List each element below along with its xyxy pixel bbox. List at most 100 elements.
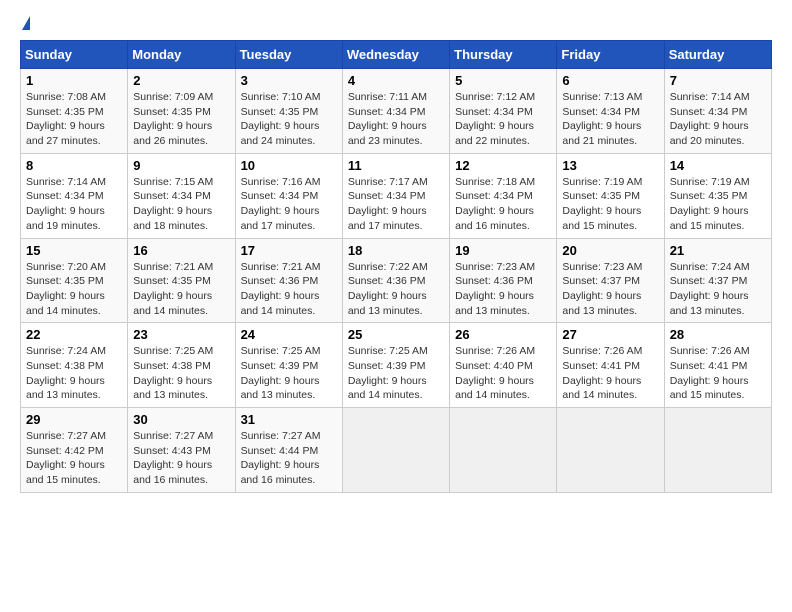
day-number: 5: [455, 73, 551, 88]
day-info: Sunrise: 7:21 AMSunset: 4:35 PMDaylight:…: [133, 260, 229, 319]
day-number: 4: [348, 73, 444, 88]
day-number: 3: [241, 73, 337, 88]
day-info: Sunrise: 7:20 AMSunset: 4:35 PMDaylight:…: [26, 260, 122, 319]
day-number: 24: [241, 327, 337, 342]
day-number: 16: [133, 243, 229, 258]
day-number: 27: [562, 327, 658, 342]
day-number: 31: [241, 412, 337, 427]
calendar-cell: 13 Sunrise: 7:19 AMSunset: 4:35 PMDayligh…: [557, 153, 664, 238]
day-info: Sunrise: 7:19 AMSunset: 4:35 PMDaylight:…: [670, 175, 766, 234]
day-number: 20: [562, 243, 658, 258]
day-info: Sunrise: 7:27 AMSunset: 4:42 PMDaylight:…: [26, 429, 122, 488]
calendar-cell: 3 Sunrise: 7:10 AMSunset: 4:35 PMDaylight…: [235, 69, 342, 154]
calendar-cell: 12 Sunrise: 7:18 AMSunset: 4:34 PMDayligh…: [450, 153, 557, 238]
day-info: Sunrise: 7:27 AMSunset: 4:44 PMDaylight:…: [241, 429, 337, 488]
day-info: Sunrise: 7:26 AMSunset: 4:41 PMDaylight:…: [670, 344, 766, 403]
day-number: 21: [670, 243, 766, 258]
day-info: Sunrise: 7:23 AMSunset: 4:37 PMDaylight:…: [562, 260, 658, 319]
day-info: Sunrise: 7:13 AMSunset: 4:34 PMDaylight:…: [562, 90, 658, 149]
calendar-cell: [557, 408, 664, 493]
day-info: Sunrise: 7:27 AMSunset: 4:43 PMDaylight:…: [133, 429, 229, 488]
calendar-cell: 28 Sunrise: 7:26 AMSunset: 4:41 PMDayligh…: [664, 323, 771, 408]
calendar-cell: 27 Sunrise: 7:26 AMSunset: 4:41 PMDayligh…: [557, 323, 664, 408]
calendar-week-1: 1 Sunrise: 7:08 AMSunset: 4:35 PMDaylight…: [21, 69, 772, 154]
calendar-cell: [450, 408, 557, 493]
calendar-cell: 1 Sunrise: 7:08 AMSunset: 4:35 PMDaylight…: [21, 69, 128, 154]
day-number: 29: [26, 412, 122, 427]
calendar-cell: 6 Sunrise: 7:13 AMSunset: 4:34 PMDaylight…: [557, 69, 664, 154]
day-info: Sunrise: 7:25 AMSunset: 4:39 PMDaylight:…: [348, 344, 444, 403]
day-number: 18: [348, 243, 444, 258]
calendar-cell: 29 Sunrise: 7:27 AMSunset: 4:42 PMDayligh…: [21, 408, 128, 493]
day-info: Sunrise: 7:24 AMSunset: 4:38 PMDaylight:…: [26, 344, 122, 403]
calendar-cell: 17 Sunrise: 7:21 AMSunset: 4:36 PMDayligh…: [235, 238, 342, 323]
day-number: 22: [26, 327, 122, 342]
calendar-cell: 31 Sunrise: 7:27 AMSunset: 4:44 PMDayligh…: [235, 408, 342, 493]
calendar-cell: 4Sunrise: 7:11 AMSunset: 4:34 PMDaylight…: [342, 69, 449, 154]
day-number: 15: [26, 243, 122, 258]
calendar-cell: 26 Sunrise: 7:26 AMSunset: 4:40 PMDayligh…: [450, 323, 557, 408]
day-info: Sunrise: 7:22 AMSunset: 4:36 PMDaylight:…: [348, 260, 444, 319]
day-number: 12: [455, 158, 551, 173]
weekday-header-friday: Friday: [557, 41, 664, 69]
day-info: Sunrise: 7:14 AMSunset: 4:34 PMDaylight:…: [26, 175, 122, 234]
calendar-cell: 19 Sunrise: 7:23 AMSunset: 4:36 PMDayligh…: [450, 238, 557, 323]
day-number: 6: [562, 73, 658, 88]
calendar-cell: 30 Sunrise: 7:27 AMSunset: 4:43 PMDayligh…: [128, 408, 235, 493]
day-number: 19: [455, 243, 551, 258]
day-info: Sunrise: 7:14 AMSunset: 4:34 PMDaylight:…: [670, 90, 766, 149]
calendar-week-3: 15 Sunrise: 7:20 AMSunset: 4:35 PMDayligh…: [21, 238, 772, 323]
calendar-cell: [664, 408, 771, 493]
day-number: 2: [133, 73, 229, 88]
day-number: 17: [241, 243, 337, 258]
day-info: Sunrise: 7:21 AMSunset: 4:36 PMDaylight:…: [241, 260, 337, 319]
day-info: Sunrise: 7:24 AMSunset: 4:37 PMDaylight:…: [670, 260, 766, 319]
calendar-cell: 16 Sunrise: 7:21 AMSunset: 4:35 PMDayligh…: [128, 238, 235, 323]
day-info: Sunrise: 7:26 AMSunset: 4:41 PMDaylight:…: [562, 344, 658, 403]
calendar-cell: 24 Sunrise: 7:25 AMSunset: 4:39 PMDayligh…: [235, 323, 342, 408]
calendar-cell: 23Sunrise: 7:25 AMSunset: 4:38 PMDayligh…: [128, 323, 235, 408]
weekday-header-saturday: Saturday: [664, 41, 771, 69]
calendar-cell: 20 Sunrise: 7:23 AMSunset: 4:37 PMDayligh…: [557, 238, 664, 323]
weekday-header-sunday: Sunday: [21, 41, 128, 69]
day-info: Sunrise: 7:08 AMSunset: 4:35 PMDaylight:…: [26, 90, 122, 149]
calendar-cell: 2Sunrise: 7:09 AMSunset: 4:35 PMDaylight…: [128, 69, 235, 154]
day-number: 13: [562, 158, 658, 173]
day-number: 10: [241, 158, 337, 173]
calendar-cell: 7 Sunrise: 7:14 AMSunset: 4:34 PMDaylight…: [664, 69, 771, 154]
calendar-cell: 10 Sunrise: 7:16 AMSunset: 4:34 PMDayligh…: [235, 153, 342, 238]
day-info: Sunrise: 7:26 AMSunset: 4:40 PMDaylight:…: [455, 344, 551, 403]
calendar-week-5: 29 Sunrise: 7:27 AMSunset: 4:42 PMDayligh…: [21, 408, 772, 493]
page-header: [20, 16, 772, 30]
day-info: Sunrise: 7:16 AMSunset: 4:34 PMDaylight:…: [241, 175, 337, 234]
day-number: 14: [670, 158, 766, 173]
day-number: 30: [133, 412, 229, 427]
calendar-table: SundayMondayTuesdayWednesdayThursdayFrid…: [20, 40, 772, 493]
day-number: 8: [26, 158, 122, 173]
day-info: Sunrise: 7:17 AMSunset: 4:34 PMDaylight:…: [348, 175, 444, 234]
day-info: Sunrise: 7:10 AMSunset: 4:35 PMDaylight:…: [241, 90, 337, 149]
calendar-cell: 21 Sunrise: 7:24 AMSunset: 4:37 PMDayligh…: [664, 238, 771, 323]
day-info: Sunrise: 7:15 AMSunset: 4:34 PMDaylight:…: [133, 175, 229, 234]
day-number: 23: [133, 327, 229, 342]
logo: [20, 16, 30, 30]
calendar-cell: 14 Sunrise: 7:19 AMSunset: 4:35 PMDayligh…: [664, 153, 771, 238]
day-info: Sunrise: 7:12 AMSunset: 4:34 PMDaylight:…: [455, 90, 551, 149]
day-info: Sunrise: 7:23 AMSunset: 4:36 PMDaylight:…: [455, 260, 551, 319]
calendar-cell: 9Sunrise: 7:15 AMSunset: 4:34 PMDaylight…: [128, 153, 235, 238]
day-number: 28: [670, 327, 766, 342]
day-number: 11: [348, 158, 444, 173]
day-info: Sunrise: 7:25 AMSunset: 4:39 PMDaylight:…: [241, 344, 337, 403]
day-number: 7: [670, 73, 766, 88]
calendar-cell: 22 Sunrise: 7:24 AMSunset: 4:38 PMDayligh…: [21, 323, 128, 408]
weekday-header-thursday: Thursday: [450, 41, 557, 69]
calendar-cell: 15 Sunrise: 7:20 AMSunset: 4:35 PMDayligh…: [21, 238, 128, 323]
day-number: 1: [26, 73, 122, 88]
day-number: 26: [455, 327, 551, 342]
weekday-header-wednesday: Wednesday: [342, 41, 449, 69]
day-info: Sunrise: 7:18 AMSunset: 4:34 PMDaylight:…: [455, 175, 551, 234]
calendar-week-4: 22 Sunrise: 7:24 AMSunset: 4:38 PMDayligh…: [21, 323, 772, 408]
calendar-cell: 5 Sunrise: 7:12 AMSunset: 4:34 PMDaylight…: [450, 69, 557, 154]
day-info: Sunrise: 7:19 AMSunset: 4:35 PMDaylight:…: [562, 175, 658, 234]
calendar-week-2: 8 Sunrise: 7:14 AMSunset: 4:34 PMDaylight…: [21, 153, 772, 238]
